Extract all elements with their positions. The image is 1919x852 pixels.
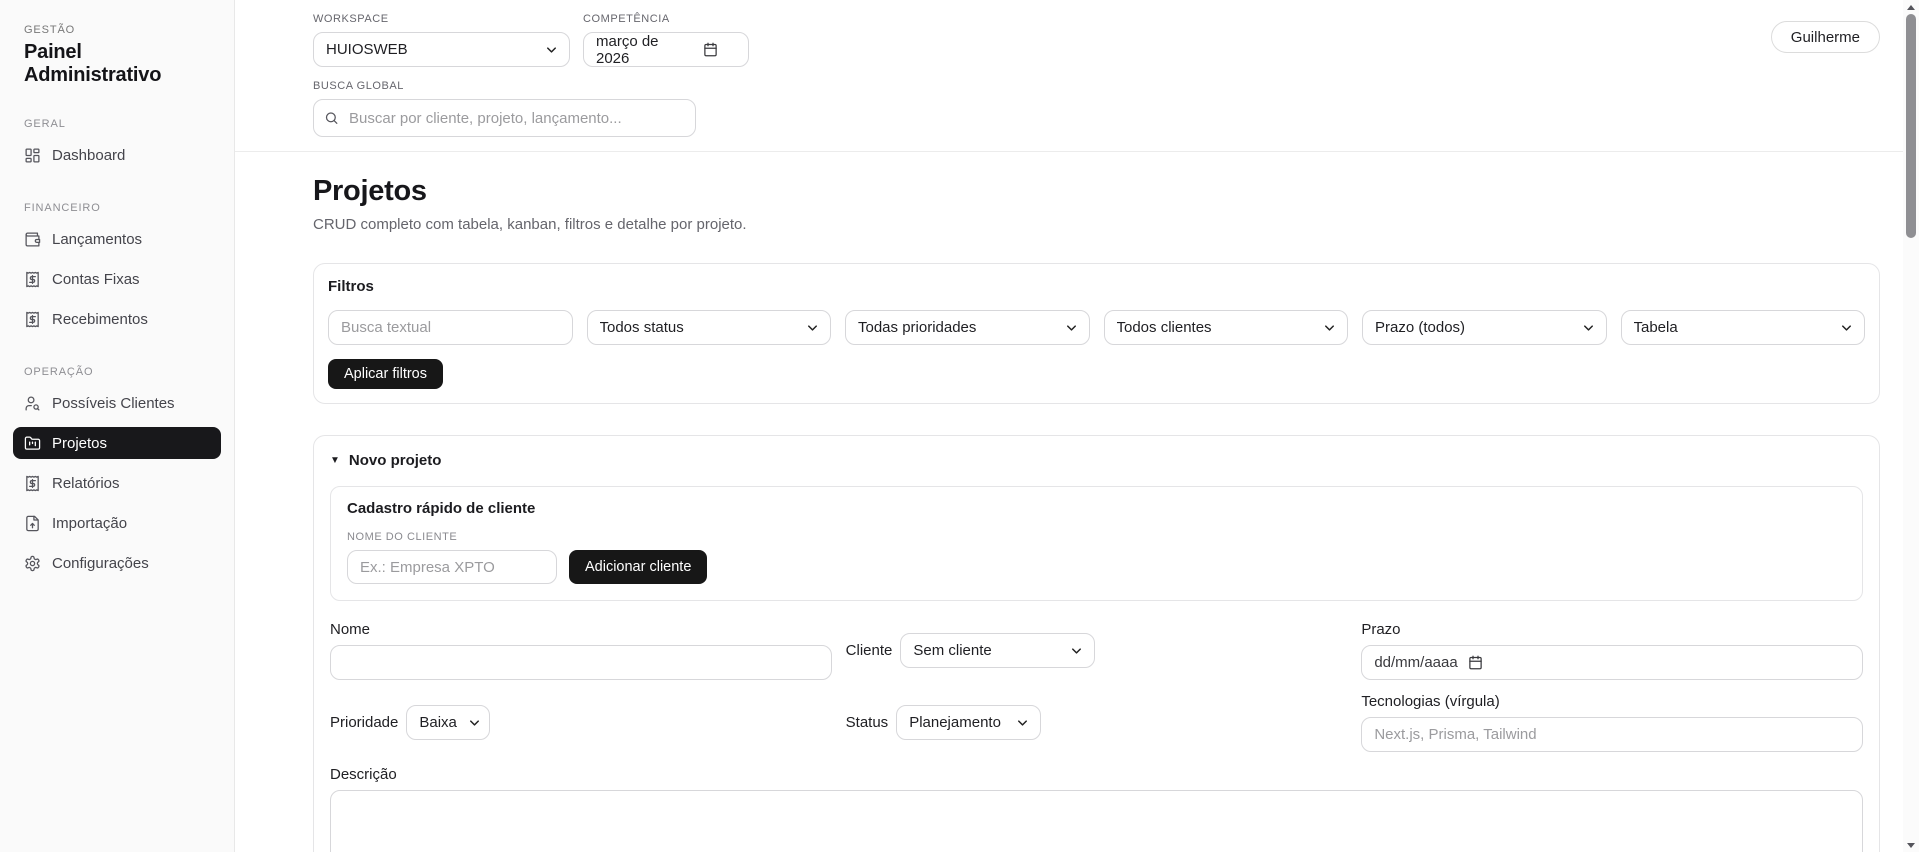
user-search-icon: [24, 395, 41, 412]
prazo-placeholder: dd/mm/aaaa: [1374, 654, 1457, 671]
prioridade-field-cell: Prioridade Baixa: [330, 693, 832, 752]
vertical-scrollbar-track[interactable]: [1903, 0, 1919, 852]
add-client-button[interactable]: Adicionar cliente: [569, 550, 707, 584]
sidebar-item-importacao[interactable]: Importação: [13, 507, 221, 539]
sidebar-item-relatorios[interactable]: Relatórios: [13, 467, 221, 499]
sidebar-section-label: GERAL: [13, 118, 221, 130]
wallet-icon: [24, 231, 41, 248]
descricao-label: Descrição: [330, 766, 1863, 783]
sidebar-section-financeiro: FINANCEIRO Lançamentos Contas Fixas Rece…: [13, 202, 221, 335]
vertical-scrollbar-thumb[interactable]: [1906, 14, 1916, 238]
cliente-label: Cliente: [846, 642, 893, 659]
sidebar-item-label: Configurações: [52, 555, 149, 572]
sidebar-item-projetos[interactable]: Projetos: [13, 427, 221, 459]
layout-dashboard-icon: [24, 147, 41, 164]
receipt-icon: [24, 475, 41, 492]
sidebar-item-label: Relatórios: [52, 475, 120, 492]
client-name-label: NOME DO CLIENTE: [347, 531, 1846, 543]
tecnologias-field-cell: Tecnologias (vírgula): [1361, 693, 1863, 752]
prioridade-select[interactable]: Baixa: [406, 705, 490, 740]
nome-label: Nome: [330, 621, 832, 638]
new-project-section: Novo projeto Cadastro rápido de cliente …: [313, 435, 1880, 852]
status-label: Status: [846, 714, 889, 731]
sidebar-item-contas-fixas[interactable]: Contas Fixas: [13, 263, 221, 295]
cliente-field-cell: Cliente Sem cliente: [846, 621, 1348, 680]
cliente-select[interactable]: Sem cliente: [900, 633, 1095, 668]
filters-card: Filtros Todos status Todas prioridades: [313, 263, 1880, 404]
global-search-input[interactable]: [313, 99, 696, 137]
prazo-field-cell: Prazo dd/mm/aaaa: [1361, 621, 1863, 680]
page-title: Projetos: [313, 175, 1880, 208]
quick-client-card: Cadastro rápido de cliente NOME DO CLIEN…: [330, 486, 1863, 601]
topbar: WORKSPACE HUIOSWEB COMPETÊNCIA março de …: [235, 0, 1919, 152]
nome-input[interactable]: [330, 645, 832, 680]
sidebar-item-label: Contas Fixas: [52, 271, 140, 288]
sidebar-eyebrow: GESTÃO: [13, 24, 221, 36]
app-title: Painel Administrativo: [13, 41, 221, 87]
sidebar-item-label: Recebimentos: [52, 311, 148, 328]
tecnologias-input[interactable]: [1361, 717, 1863, 752]
settings-gear-icon: [24, 555, 41, 572]
prioridade-label: Prioridade: [330, 714, 398, 731]
page-content: Projetos CRUD completo com tabela, kanba…: [235, 152, 1919, 852]
page-subtitle: CRUD completo com tabela, kanban, filtro…: [313, 216, 1880, 233]
scrollbar-arrow-up-icon[interactable]: [1903, 1, 1919, 13]
prazo-label: Prazo: [1361, 621, 1863, 638]
sidebar-item-dashboard[interactable]: Dashboard: [13, 139, 221, 171]
user-menu-button[interactable]: Guilherme: [1771, 21, 1880, 53]
status-field-cell: Status Planejamento: [846, 693, 1348, 752]
status-filter-select[interactable]: Todos status: [587, 310, 832, 345]
sidebar-section-operacao: OPERAÇÃO Possíveis Clientes Projetos Rel…: [13, 366, 221, 579]
calendar-icon[interactable]: [703, 42, 718, 57]
sidebar-item-label: Importação: [52, 515, 127, 532]
sidebar-item-label: Dashboard: [52, 147, 125, 164]
sidebar-item-possiveis-clientes[interactable]: Possíveis Clientes: [13, 387, 221, 419]
file-up-icon: [24, 515, 41, 532]
search-icon: [324, 111, 339, 126]
busca-global-label: BUSCA GLOBAL: [313, 80, 1880, 92]
sidebar-item-label: Lançamentos: [52, 231, 142, 248]
competencia-label: COMPETÊNCIA: [583, 13, 749, 25]
prazo-date-input[interactable]: dd/mm/aaaa: [1361, 645, 1863, 680]
deadline-filter-select[interactable]: Prazo (todos): [1362, 310, 1607, 345]
descricao-textarea[interactable]: [330, 790, 1863, 852]
filters-text-search-input[interactable]: [328, 310, 573, 345]
sidebar-item-lancamentos[interactable]: Lançamentos: [13, 223, 221, 255]
sidebar-item-label: Projetos: [52, 435, 107, 452]
client-name-input[interactable]: [347, 550, 557, 584]
receipt-icon: [24, 311, 41, 328]
sidebar-item-recebimentos[interactable]: Recebimentos: [13, 303, 221, 335]
competencia-month-input[interactable]: março de 2026: [583, 32, 749, 67]
sidebar-section-label: OPERAÇÃO: [13, 366, 221, 378]
filters-title: Filtros: [328, 278, 1865, 295]
sidebar-item-configuracoes[interactable]: Configurações: [13, 547, 221, 579]
descricao-field-cell: Descrição: [330, 766, 1863, 852]
new-project-form: Nome Cliente Sem cliente Pra: [330, 621, 1863, 852]
scrollbar-arrow-down-icon[interactable]: [1903, 839, 1919, 851]
calendar-icon[interactable]: [1468, 655, 1483, 670]
priority-filter-select[interactable]: Todas prioridades: [845, 310, 1090, 345]
competencia-value: março de 2026: [596, 33, 693, 67]
status-select[interactable]: Planejamento: [896, 705, 1041, 740]
sidebar-item-label: Possíveis Clientes: [52, 395, 175, 412]
sidebar: GESTÃO Painel Administrativo GERAL Dashb…: [0, 0, 235, 852]
main-area: WORKSPACE HUIOSWEB COMPETÊNCIA março de …: [235, 0, 1919, 852]
new-project-summary[interactable]: Novo projeto: [330, 452, 1863, 469]
sidebar-section-label: FINANCEIRO: [13, 202, 221, 214]
tecnologias-label: Tecnologias (vírgula): [1361, 693, 1863, 710]
workspace-label: WORKSPACE: [313, 13, 570, 25]
new-project-summary-label: Novo projeto: [349, 452, 442, 469]
nome-field-cell: Nome: [330, 621, 832, 680]
apply-filters-button[interactable]: Aplicar filtros: [328, 359, 443, 389]
sidebar-section-geral: GERAL Dashboard: [13, 118, 221, 171]
quick-client-title: Cadastro rápido de cliente: [347, 500, 1846, 517]
view-mode-select[interactable]: Tabela: [1621, 310, 1866, 345]
receipt-icon: [24, 271, 41, 288]
client-filter-select[interactable]: Todos clientes: [1104, 310, 1349, 345]
workspace-select[interactable]: HUIOSWEB: [313, 32, 570, 67]
folder-kanban-icon: [24, 435, 41, 452]
